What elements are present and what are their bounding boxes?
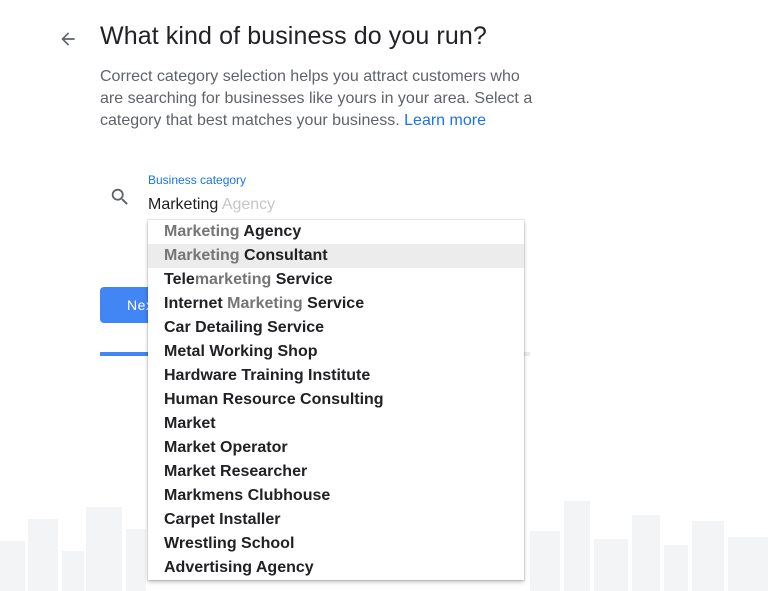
suggestion-item[interactable]: Market — [148, 412, 524, 436]
suggestion-text: Markmens Clubhouse — [164, 487, 331, 504]
suggestion-item[interactable]: Marketing Agency — [148, 220, 524, 244]
page-title: What kind of business do you run? — [100, 22, 487, 50]
suggestion-item[interactable]: Marketing Consultant — [148, 244, 524, 268]
suggestion-item[interactable]: Internet Marketing Service — [148, 292, 524, 316]
suggestion-match-text: Marketing — [227, 295, 303, 312]
suggestion-text: Internet — [164, 295, 228, 312]
suggestion-text: Metal Working Shop — [164, 343, 318, 360]
suggestion-text: Tele — [164, 271, 195, 288]
suggestion-item[interactable]: Wrestling School — [148, 532, 524, 556]
input-typed-text: Marketing — [148, 196, 219, 213]
suggestion-item[interactable]: Metal Working Shop — [148, 340, 524, 364]
suggestion-text: Market — [164, 415, 216, 432]
suggestion-item[interactable]: Market Researcher — [148, 460, 524, 484]
suggestion-text: Carpet Installer — [164, 511, 281, 528]
suggestion-text: Agency — [239, 223, 302, 240]
suggestion-text: Car Detailing Service — [164, 319, 325, 336]
arrow-back-icon — [61, 32, 75, 46]
page-description: Correct category selection helps you att… — [100, 66, 540, 132]
business-category-input[interactable]: Marketing Agency — [148, 196, 524, 222]
suggestion-item[interactable]: Market Operator — [148, 436, 524, 460]
suggestion-text: Wrestling School — [164, 535, 295, 552]
suggestion-item[interactable]: Human Resource Consulting — [148, 388, 524, 412]
suggestion-text: Consultant — [239, 247, 328, 264]
suggestion-item[interactable]: Advertising Agency — [148, 556, 524, 580]
learn-more-link[interactable]: Learn more — [404, 112, 486, 129]
suggestion-text: Advertising Agency — [164, 559, 314, 576]
suggestion-match-text: marketing — [194, 271, 272, 288]
suggestion-match-text: Marketing — [164, 223, 240, 240]
back-button[interactable] — [56, 27, 80, 51]
search-icon — [111, 188, 128, 205]
suggestion-text: Service — [302, 295, 365, 312]
suggestion-item[interactable]: Hardware Training Institute — [148, 364, 524, 388]
suggestion-text: Hardware Training Institute — [164, 367, 371, 384]
suggestion-dropdown: Marketing Agency Marketing Consultant Tele… — [148, 220, 524, 580]
business-category-label: Business category — [148, 173, 247, 187]
suggestion-match-text: Marketing — [164, 247, 240, 264]
suggestion-text: Service — [271, 271, 333, 288]
suggestion-item[interactable]: Telemarketing Service — [148, 268, 524, 292]
suggestion-item[interactable]: Markmens Clubhouse — [148, 484, 524, 508]
suggestion-text: Market Researcher — [164, 463, 308, 480]
suggestion-item[interactable]: Carpet Installer — [148, 508, 524, 532]
input-autocomplete-hint: Agency — [218, 196, 276, 213]
suggestion-text: Human Resource Consulting — [164, 391, 384, 408]
suggestion-text: Market Operator — [164, 439, 288, 456]
suggestion-item[interactable]: Car Detailing Service — [148, 316, 524, 340]
